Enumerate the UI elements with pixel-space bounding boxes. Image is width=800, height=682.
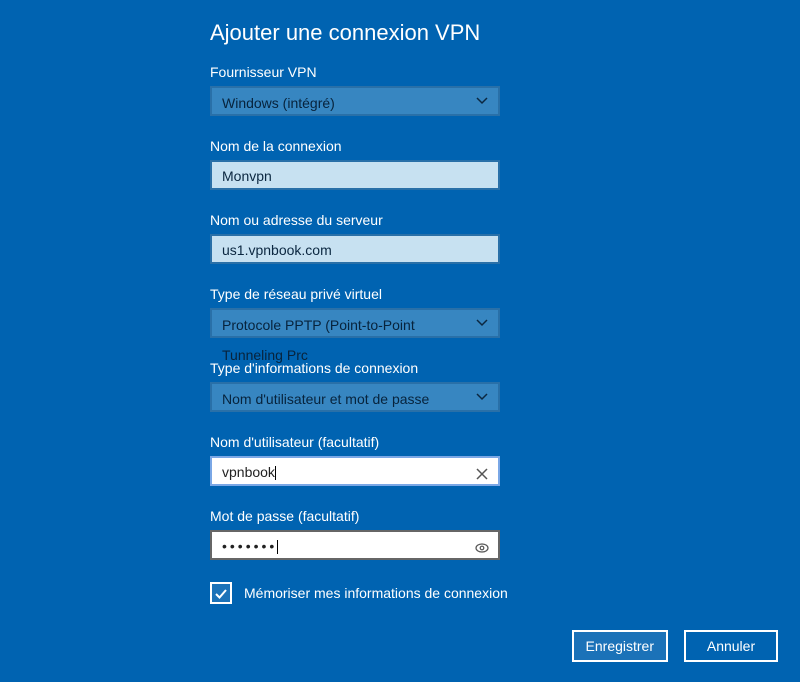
chevron-down-icon (476, 317, 488, 329)
input-connection-name-value: Monvpn (222, 168, 272, 184)
reveal-password-icon[interactable] (474, 537, 490, 553)
field-vpn-provider: Fournisseur VPN Windows (intégré) (210, 64, 800, 116)
label-server-address: Nom ou adresse du serveur (210, 212, 800, 228)
field-password: Mot de passe (facultatif) ••••••• (210, 508, 800, 560)
text-caret (275, 466, 276, 480)
label-password: Mot de passe (facultatif) (210, 508, 800, 524)
field-server-address: Nom ou adresse du serveur us1.vpnbook.co… (210, 212, 800, 264)
dialog-button-row: Enregistrer Annuler (572, 630, 778, 662)
select-vpn-provider[interactable]: Windows (intégré) (210, 86, 500, 116)
select-vpn-provider-value: Windows (intégré) (222, 95, 335, 111)
input-password[interactable]: ••••••• (210, 530, 500, 560)
chevron-down-icon (476, 391, 488, 403)
checkbox-remember-credentials[interactable] (210, 582, 232, 604)
select-vpn-type-value: Protocole PPTP (Point-to-Point Tunneling… (222, 317, 415, 363)
select-signin-type[interactable]: Nom d'utilisateur et mot de passe (210, 382, 500, 412)
checkmark-icon (215, 587, 227, 599)
label-username: Nom d'utilisateur (facultatif) (210, 434, 800, 450)
input-server-address-value: us1.vpnbook.com (222, 242, 332, 258)
cancel-button[interactable]: Annuler (684, 630, 778, 662)
field-username: Nom d'utilisateur (facultatif) vpnbook (210, 434, 800, 486)
clear-input-icon[interactable] (474, 463, 490, 479)
label-vpn-provider: Fournisseur VPN (210, 64, 800, 80)
label-remember-credentials: Mémoriser mes informations de connexion (244, 585, 508, 601)
input-password-value: ••••••• (222, 538, 277, 554)
label-connection-name: Nom de la connexion (210, 138, 800, 154)
vpn-form-panel: Ajouter une connexion VPN Fournisseur VP… (0, 0, 800, 604)
input-server-address[interactable]: us1.vpnbook.com (210, 234, 500, 264)
input-connection-name[interactable]: Monvpn (210, 160, 500, 190)
label-vpn-type: Type de réseau privé virtuel (210, 286, 800, 302)
input-username[interactable]: vpnbook (210, 456, 500, 486)
select-signin-type-value: Nom d'utilisateur et mot de passe (222, 391, 429, 407)
select-vpn-type[interactable]: Protocole PPTP (Point-to-Point Tunneling… (210, 308, 500, 338)
text-caret (277, 540, 278, 554)
page-title: Ajouter une connexion VPN (210, 20, 800, 46)
remember-credentials-row: Mémoriser mes informations de connexion (210, 582, 800, 604)
field-connection-name: Nom de la connexion Monvpn (210, 138, 800, 190)
chevron-down-icon (476, 95, 488, 107)
field-vpn-type: Type de réseau privé virtuel Protocole P… (210, 286, 800, 338)
input-username-value: vpnbook (222, 464, 275, 480)
save-button[interactable]: Enregistrer (572, 630, 668, 662)
